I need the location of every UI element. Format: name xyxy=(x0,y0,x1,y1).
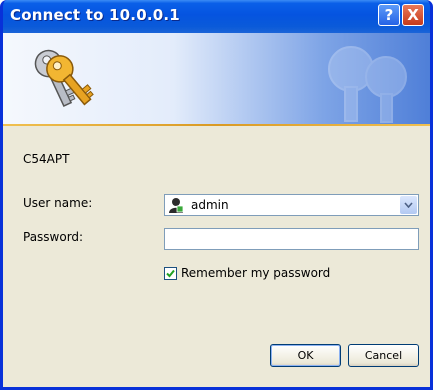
checkmark-icon xyxy=(166,269,175,277)
banner-divider xyxy=(3,124,430,126)
dialog-title: Connect to 10.0.0.1 xyxy=(10,6,180,24)
login-dialog: Connect to 10.0.0.1 ? X C54APT User name… xyxy=(0,0,433,390)
close-button[interactable]: X xyxy=(402,4,424,26)
user-name-combobox[interactable]: admin xyxy=(164,194,419,216)
dialog-banner xyxy=(3,33,430,124)
password-field[interactable] xyxy=(164,228,419,250)
remember-password-checkbox[interactable]: Remember my password xyxy=(164,265,330,281)
help-icon: ? xyxy=(384,6,394,24)
cancel-button[interactable]: Cancel xyxy=(348,344,419,367)
remember-checkbox-box[interactable] xyxy=(164,266,177,280)
keys-icon xyxy=(34,49,94,108)
server-name: C54APT xyxy=(23,152,70,166)
user-name-value: admin xyxy=(191,198,229,212)
ok-button[interactable]: OK xyxy=(270,344,341,367)
close-icon: X xyxy=(407,6,419,24)
keys-watermark-icon xyxy=(328,46,407,123)
dialog-body: C54APT User name: admin Password: Rememb… xyxy=(3,33,430,387)
chevron-down-icon xyxy=(404,202,413,208)
password-label: Password: xyxy=(23,230,84,244)
user-name-label: User name: xyxy=(23,196,93,210)
remember-password-label: Remember my password xyxy=(181,266,331,280)
user-icon xyxy=(169,198,184,213)
title-bar[interactable]: Connect to 10.0.0.1 ? X xyxy=(3,0,430,33)
help-button[interactable]: ? xyxy=(378,4,400,26)
dropdown-button[interactable] xyxy=(400,196,417,214)
